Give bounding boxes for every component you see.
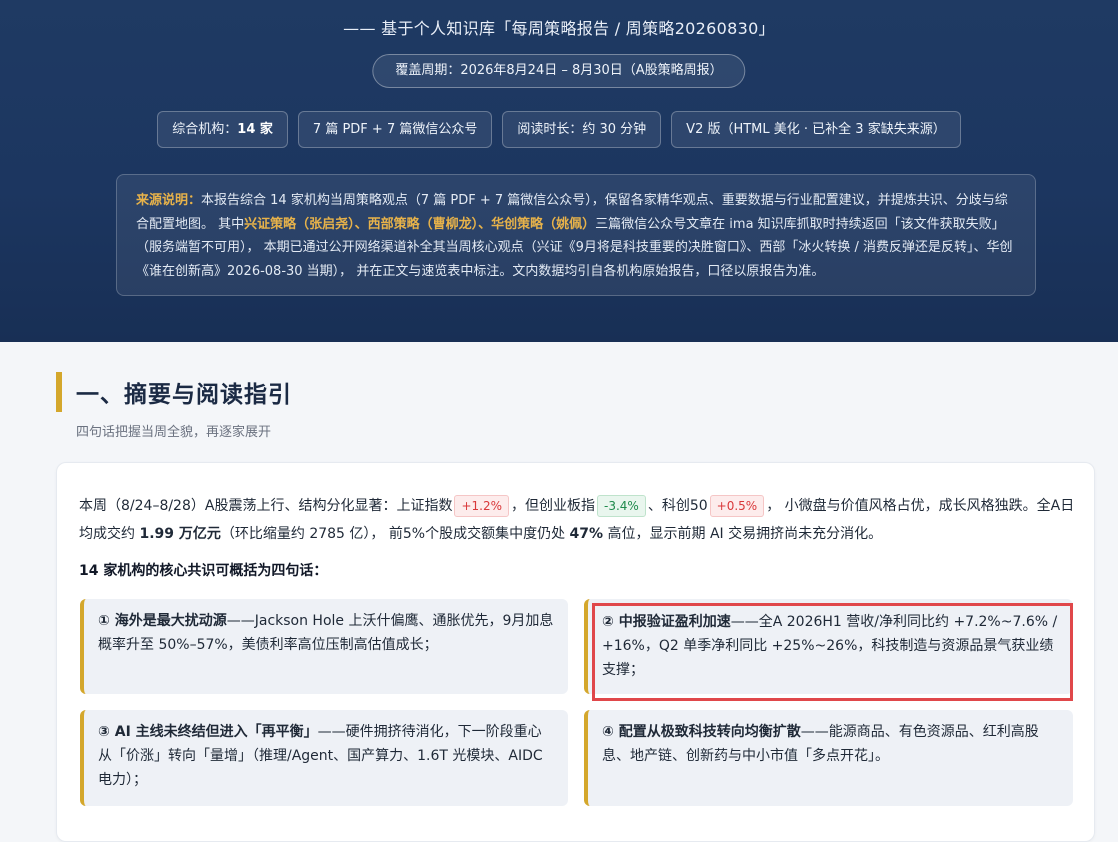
intro-text: ，但创业板指 bbox=[511, 498, 595, 514]
reading-time-chip: 阅读时长：约 30 分钟 bbox=[502, 111, 662, 148]
section-title: 一、摘要与阅读指引 bbox=[76, 382, 292, 408]
chinext-index-change-badge: -3.4% bbox=[597, 495, 646, 517]
sources-chip: 7 篇 PDF + 7 篇微信公众号 bbox=[297, 111, 493, 148]
point-title: ② 中报验证盈利加速 bbox=[602, 614, 731, 630]
meta-chip-row: 综合机构：14 家 7 篇 PDF + 7 篇微信公众号 阅读时长：约 30 分… bbox=[0, 111, 1118, 148]
summary-intro: 本周（8/24–8/28）A股震荡上行、结构分化显著：上证指数 +1.2% ，但创业… bbox=[79, 492, 1075, 548]
institutions-count: 14 家 bbox=[237, 122, 273, 137]
intro-text: 、科创50 bbox=[647, 498, 708, 514]
turnover-value: 1.99 万亿元 bbox=[139, 526, 221, 542]
intro-text: 高位，显示前期 AI 交易拥挤尚未充分消化。 bbox=[607, 526, 883, 542]
institutions-chip: 综合机构：14 家 bbox=[157, 111, 288, 148]
shanghai-index-change-badge: +1.2% bbox=[454, 495, 509, 517]
point-title: ① 海外是最大扰动源 bbox=[98, 613, 227, 629]
section-accent-bar bbox=[56, 372, 62, 412]
concentration-value: 47% bbox=[569, 526, 604, 542]
source-note: 来源说明：本报告综合 14 家机构当周策略观点（7 篇 PDF + 7 篇微信公… bbox=[116, 174, 1036, 296]
consensus-point-1: ① 海外是最大扰动源——Jackson Hole 上沃什偏鹰、通胀优先，9月加息… bbox=[80, 599, 568, 694]
star50-change-badge: +0.5% bbox=[709, 495, 765, 517]
intro-text: 本周（8/24–8/28）A股震荡上行、结构分化显著：上证指数 bbox=[79, 498, 453, 514]
section-subtitle: 四句话把握当周全貌，再逐家展开 bbox=[76, 425, 272, 440]
consensus-lead: 14 家机构的核心共识可概括为四句话： bbox=[79, 563, 328, 579]
point-title: ④ 配置从极致科技转向均衡扩散 bbox=[602, 724, 801, 740]
consensus-point-3: ③ AI 主线未终结但进入「再平衡」——硬件拥挤待消化，下一阶段重心从「价涨」转… bbox=[80, 710, 568, 806]
report-hero: —— 基于个人知识库「每周策略报告 / 周策略20260830」 覆盖周期：20… bbox=[0, 0, 1118, 342]
consensus-point-4: ④ 配置从极致科技转向均衡扩散——能源商品、有色资源品、红利高股息、地产链、创新… bbox=[584, 710, 1073, 806]
coverage-period-badge: 覆盖周期：2026年8月24日 – 8月30日（A股策略周报） bbox=[372, 54, 746, 88]
source-note-label: 来源说明： bbox=[136, 193, 202, 208]
intro-text: （环比缩量约 2785 亿）， 前5%个股成交额集中度仍处 bbox=[220, 526, 566, 542]
source-note-highlight: 兴证策略（张启尧）、西部策略（曹柳龙）、华创策略（姚佩） bbox=[244, 216, 596, 232]
institutions-label: 综合机构： bbox=[172, 122, 238, 137]
point-title: ③ AI 主线未终结但进入「再平衡」 bbox=[98, 724, 318, 740]
consensus-point-2: ② 中报验证盈利加速——全A 2026H1 营收/净利同比约 +7.2%~7.6… bbox=[584, 599, 1073, 694]
version-chip: V2 版（HTML 美化 · 已补全 3 家缺失来源） bbox=[671, 111, 961, 148]
report-subtitle: —— 基于个人知识库「每周策略报告 / 周策略20260830」 bbox=[343, 19, 775, 38]
